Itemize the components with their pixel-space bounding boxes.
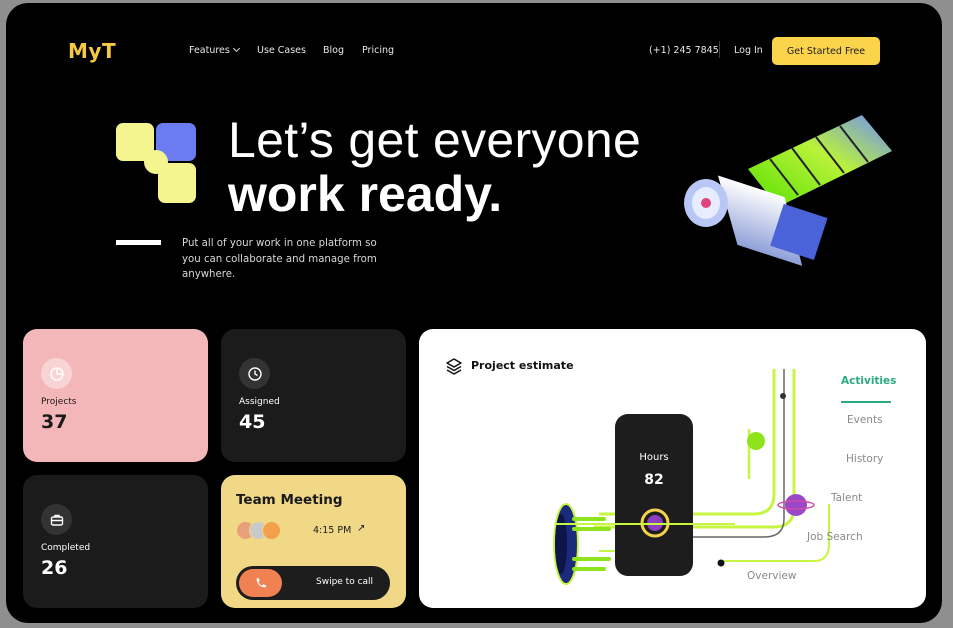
assigned-count: 45 <box>239 411 266 433</box>
projects-count: 37 <box>41 411 68 433</box>
team-meeting-card[interactable]: Team Meeting 4:15 PM ↗ Swipe to call <box>221 475 406 608</box>
pie-chart-icon <box>41 358 72 389</box>
hero-title-line2: work ready. <box>228 166 503 222</box>
hours-value: 82 <box>644 472 664 488</box>
hero-title-line1: Let’s get everyone <box>228 112 642 168</box>
meeting-title: Team Meeting <box>236 492 343 508</box>
hours-label: Hours <box>639 452 669 463</box>
nav-item-blog[interactable]: Blog <box>323 45 344 56</box>
menu-item-job-search[interactable]: Job Search <box>807 531 863 543</box>
nav-item-use-cases[interactable]: Use Cases <box>257 45 306 56</box>
nav-features-label: Features <box>189 45 230 56</box>
flow-line <box>555 523 735 525</box>
nav-item-features[interactable]: Features <box>189 44 240 56</box>
swipe-to-call-slider[interactable]: Swipe to call <box>236 566 390 600</box>
menu-item-talent[interactable]: Talent <box>831 492 862 504</box>
hero-subtitle: Put all of your work in one platform so … <box>182 238 377 280</box>
brand-logo[interactable]: MyT <box>68 39 116 63</box>
chevron-down-icon <box>232 44 240 53</box>
header-divider <box>719 41 720 58</box>
hero-dash <box>116 240 161 245</box>
avatar <box>262 521 281 540</box>
clock-icon <box>239 358 270 389</box>
completed-count: 26 <box>41 557 68 579</box>
hero-blocks-icon <box>116 123 196 203</box>
completed-card[interactable]: Completed 26 <box>23 475 208 608</box>
login-link[interactable]: Log In <box>734 45 763 56</box>
assigned-label: Assigned <box>239 397 280 407</box>
arrow-up-right-icon[interactable]: ↗ <box>357 523 365 534</box>
menu-item-history[interactable]: History <box>846 453 883 465</box>
phone-number[interactable]: (+1) 245 7845 <box>649 45 719 56</box>
nav-item-pricing[interactable]: Pricing <box>362 45 394 56</box>
briefcase-icon <box>41 504 72 535</box>
get-started-button[interactable]: Get Started Free <box>772 37 880 65</box>
assigned-card[interactable]: Assigned 45 <box>221 329 406 462</box>
project-estimate-panel: Project estimate Hours 82 Activities Eve… <box>419 329 926 608</box>
menu-item-overview[interactable]: Overview <box>747 570 796 582</box>
hours-card: Hours 82 <box>555 414 735 576</box>
projects-card[interactable]: Projects 37 <box>23 329 208 462</box>
projects-label: Projects <box>41 397 77 407</box>
meeting-time: 4:15 PM <box>313 525 352 536</box>
completed-label: Completed <box>41 543 91 553</box>
phone-icon[interactable] <box>239 569 282 597</box>
swipe-label: Swipe to call <box>316 577 374 587</box>
app-frame: MyT Features Use Cases Blog Pricing (+1)… <box>6 3 942 623</box>
menu-item-activities[interactable]: Activities <box>841 375 896 387</box>
active-indicator <box>841 401 891 403</box>
satellite-illustration <box>684 115 892 266</box>
menu-item-events[interactable]: Events <box>847 414 883 426</box>
